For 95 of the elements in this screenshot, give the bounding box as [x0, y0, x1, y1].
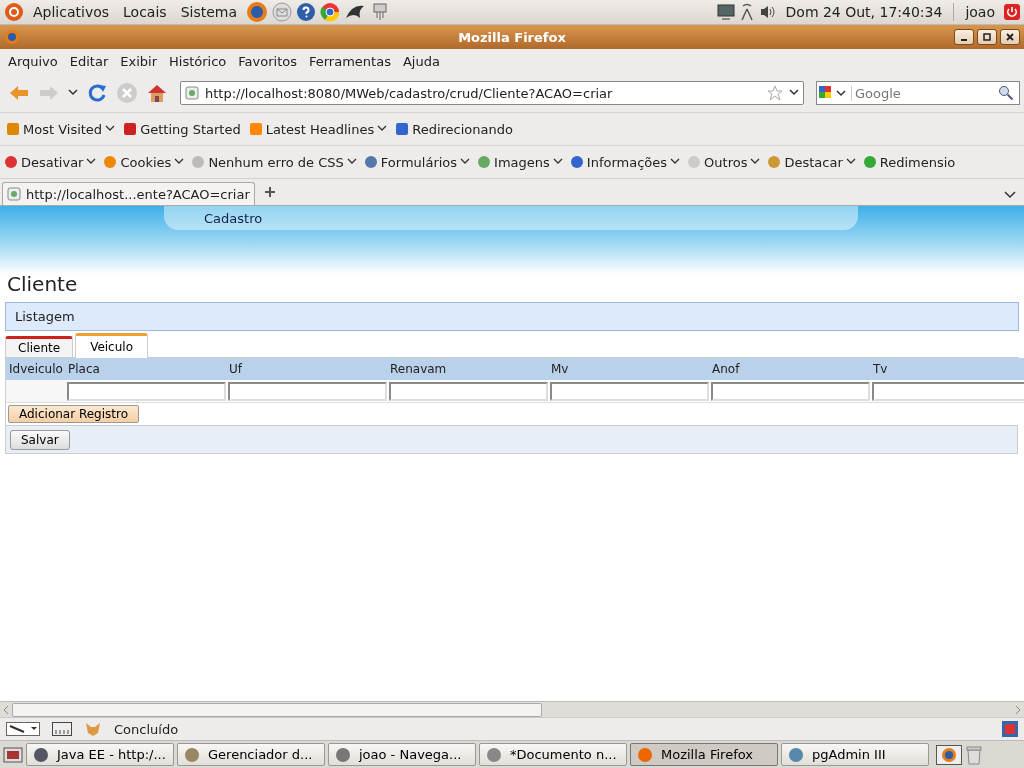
taskbar-button[interactable]: joao - Navega...	[328, 743, 476, 766]
panel-menu[interactable]: Locais	[118, 4, 172, 20]
caret-icon	[105, 125, 116, 133]
power-icon[interactable]	[1004, 4, 1020, 20]
listing-panel[interactable]: Listagem	[5, 302, 1019, 331]
add-record-button[interactable]: Adicionar Registro	[8, 405, 140, 423]
menu-item[interactable]: Favoritos	[232, 54, 303, 69]
caret-icon	[845, 158, 856, 166]
chrome-icon[interactable]	[320, 2, 341, 22]
status-text: Concluído	[114, 721, 179, 737]
save-button[interactable]: Salvar	[10, 429, 70, 450]
toolbar-menu[interactable]: Informações	[569, 154, 681, 170]
ruler-icon[interactable]	[52, 722, 72, 736]
column-header: Anof	[711, 362, 741, 376]
toolbar-menu[interactable]: Redimensio	[862, 154, 956, 170]
bookmark-item[interactable]: Latest Headlines	[248, 121, 388, 137]
form-tab[interactable]: Cliente	[5, 336, 74, 357]
maximize-icon	[983, 33, 991, 41]
menu-item[interactable]: Ferramentas	[302, 54, 397, 69]
menu-item[interactable]: Exibir	[114, 54, 163, 69]
reload-icon[interactable]	[86, 82, 108, 104]
taskbar-button[interactable]: Mozilla Firefox	[630, 743, 778, 766]
star-icon[interactable]	[767, 85, 783, 101]
site-icon	[185, 86, 199, 100]
maximize-button[interactable]	[977, 29, 997, 45]
browser-tab[interactable]: http://localhost...ente?ACAO=criar	[2, 182, 255, 205]
search-icon[interactable]	[998, 85, 1014, 101]
monitor-icon[interactable]	[716, 4, 735, 20]
caret-icon	[346, 158, 357, 166]
bookmark-item[interactable]: Most Visited	[6, 121, 116, 137]
input-field[interactable]	[711, 381, 870, 401]
caret-icon[interactable]	[68, 89, 78, 97]
taskbar-button[interactable]: *Documento n...	[479, 743, 627, 766]
caret-icon	[670, 158, 681, 166]
input-field[interactable]	[550, 381, 709, 401]
speaker-icon[interactable]	[758, 4, 777, 20]
column-header: Mv	[550, 362, 570, 376]
bookmark-item[interactable]: Redirecionando	[395, 121, 513, 137]
column-header: Idveiculo	[8, 362, 64, 376]
taskbar-button[interactable]: pgAdmin III	[781, 743, 929, 766]
caret-icon	[552, 158, 563, 166]
close-button[interactable]	[1000, 29, 1020, 45]
column-header: Uf	[228, 362, 244, 376]
menu-item[interactable]: Ajuda	[396, 54, 446, 69]
toolbar-menu[interactable]: Desativar	[4, 154, 97, 170]
horizontal-scrollbar[interactable]	[0, 701, 1024, 717]
bookmark-item[interactable]: Getting Started	[123, 121, 241, 137]
column-header: Renavam	[389, 362, 448, 376]
caret-icon	[750, 158, 761, 166]
input-field[interactable]	[389, 381, 548, 401]
caret-icon[interactable]	[789, 89, 799, 97]
caret-icon	[377, 125, 388, 133]
firefox-icon[interactable]	[936, 744, 962, 765]
close-icon	[1006, 33, 1014, 41]
caret-icon	[460, 158, 471, 166]
taskbar-button[interactable]: Gerenciador d...	[177, 743, 325, 766]
tab-list-caret-icon[interactable]	[1004, 191, 1016, 199]
scrollbar-thumb[interactable]	[12, 702, 542, 717]
toolbar-menu[interactable]: Formulários	[363, 154, 471, 170]
panel-menu[interactable]: Sistema	[175, 4, 243, 20]
show-desktop-icon[interactable]	[3, 745, 23, 764]
caret-icon	[174, 158, 185, 166]
toolbar-menu[interactable]: Outros	[687, 154, 761, 170]
minimize-button[interactable]	[954, 29, 974, 45]
panel-user[interactable]: joao	[960, 4, 1000, 20]
toolbar-menu[interactable]: Imagens	[477, 154, 563, 170]
panel-menu[interactable]: Aplicativos	[28, 4, 115, 20]
taskbar-button[interactable]: Java EE - http:/...	[26, 743, 174, 766]
pen-dropdown-icon[interactable]	[6, 722, 40, 736]
panel-clock[interactable]: Dom 24 Out, 17:40:34	[780, 4, 948, 20]
help-icon[interactable]	[296, 2, 317, 22]
input-field[interactable]	[228, 381, 387, 401]
home-icon[interactable]	[146, 82, 168, 104]
menu-item[interactable]: Arquivo	[2, 54, 64, 69]
url-text[interactable]: http://localhost:8080/MWeb/cadastro/crud/Cliente?ACAO=criar	[205, 85, 613, 101]
column-header: Placa	[67, 362, 101, 376]
toolbar-menu[interactable]: Destacar	[767, 154, 856, 170]
address-bar[interactable]: http://localhost:8080/MWeb/cadastro/crud/Cliente?ACAO=criar	[180, 81, 804, 105]
form-tab[interactable]: Veiculo	[75, 333, 148, 358]
toolbar-menu[interactable]: Nenhum erro de CSS	[191, 154, 357, 170]
trash-icon[interactable]	[965, 744, 983, 765]
page-heading: Cliente	[6, 274, 79, 298]
toolbar-menu[interactable]: Cookies	[103, 154, 185, 170]
site-icon	[7, 187, 21, 201]
search-bar[interactable]: Google	[816, 81, 1020, 105]
nav-link[interactable]: Cadastro	[204, 210, 263, 226]
new-tab-icon[interactable]	[262, 185, 277, 199]
column-header: Tv	[872, 362, 889, 376]
input-field[interactable]	[67, 381, 226, 401]
input-field[interactable]	[872, 381, 1024, 401]
menu-item[interactable]: Histórico	[163, 54, 233, 69]
window-title: Mozilla Firefox	[458, 29, 566, 45]
menu-item[interactable]: Editar	[63, 54, 115, 69]
ubuntu-logo-icon[interactable]	[4, 2, 24, 22]
caret-icon	[86, 158, 97, 166]
